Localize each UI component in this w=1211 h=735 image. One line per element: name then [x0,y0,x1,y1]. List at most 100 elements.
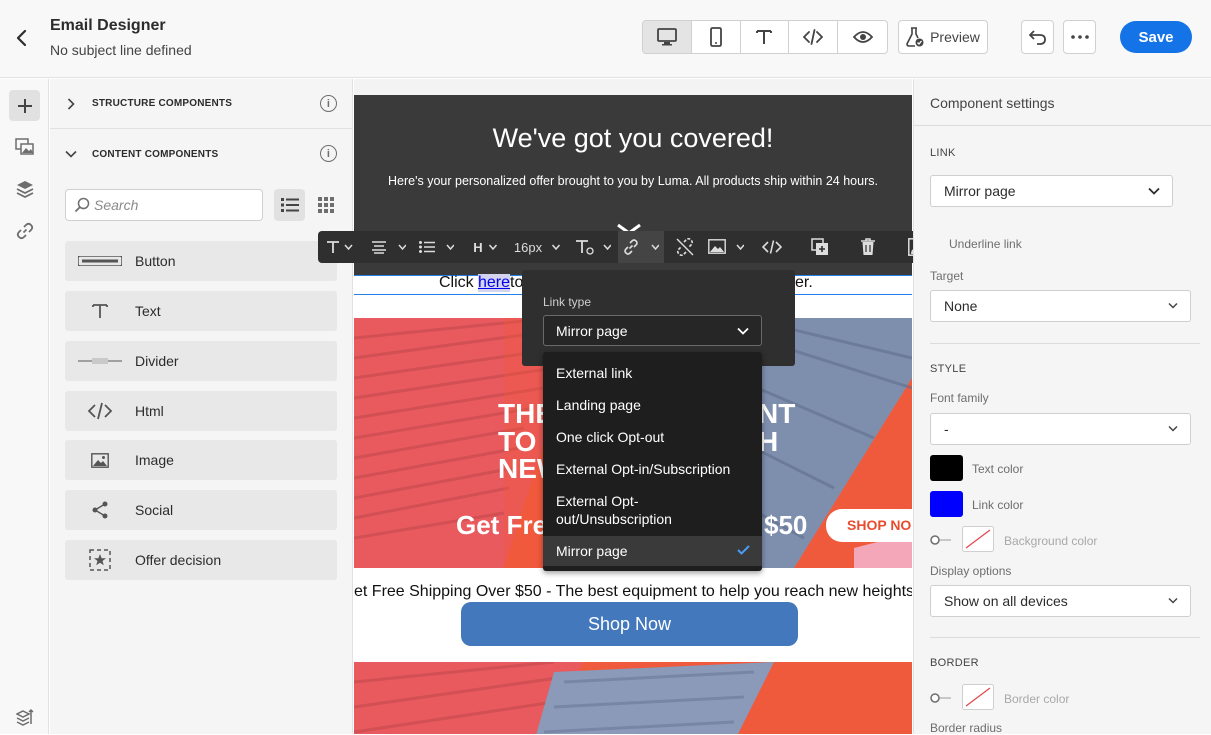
left-rail [0,79,49,734]
grid-icon [318,197,334,213]
code-button[interactable] [754,231,790,263]
component-label: Offer decision [135,552,222,568]
text-view-button[interactable] [741,21,790,53]
heading-label: H [473,239,483,255]
component-label: Button [135,253,176,269]
info-icon[interactable]: i [320,95,337,112]
target-select[interactable]: None [930,290,1191,322]
undo-button[interactable] [1021,20,1054,54]
chevron-down-icon [488,244,497,250]
component-label: Divider [135,353,179,369]
font-size-dropdown[interactable]: 16px [510,231,564,263]
layer-settings-icon[interactable] [9,701,40,732]
list-view-button[interactable] [274,189,305,221]
search-input[interactable]: Search [65,189,263,221]
chevron-right-icon [50,97,92,110]
align-dropdown[interactable] [366,231,410,263]
text-format-icon [756,30,773,44]
eye-icon [852,31,873,43]
duplicate-button[interactable] [804,231,836,263]
mobile-view-button[interactable] [692,21,741,53]
component-label: Social [135,502,174,518]
yoga-mat-graphic [354,662,912,734]
border-color-swatch[interactable] [962,684,994,710]
font-size-value: 16px [513,239,543,255]
menu-item-external-opt-in[interactable]: External Opt-in/Subscription [543,456,762,482]
view-toggle-group [642,20,888,54]
display-options-select[interactable]: Show on all devices [930,585,1191,617]
add-icon[interactable] [9,90,40,121]
font-family-label: Font family [930,391,989,405]
here-link[interactable]: here [478,274,511,292]
component-html[interactable]: Html [65,391,337,431]
component-label: Text [135,303,161,319]
back-icon[interactable] [10,26,34,50]
desktop-view-button[interactable] [643,21,692,53]
font-family-select[interactable]: - [930,413,1191,445]
chevron-down-icon [1148,187,1160,195]
checkmark-icon [737,545,750,555]
component-offer-decision[interactable]: Offer decision [65,540,337,580]
content-components-header[interactable]: CONTENT COMPONENTS i [50,129,353,179]
image-dropdown[interactable] [704,231,748,263]
list-dropdown[interactable] [414,231,458,263]
mobile-icon [709,27,722,47]
menu-item-external-opt-out[interactable]: External Opt-out/Unsubscription [543,488,762,532]
link-dropdown[interactable] [618,231,664,263]
background-color-toggle[interactable] [929,534,953,546]
component-social[interactable]: Social [65,490,337,530]
code-icon [762,240,782,254]
preview-button[interactable]: Preview [898,20,988,54]
structure-components-header[interactable]: STRUCTURE COMPONENTS i [50,79,353,129]
chevron-down-icon [552,244,561,250]
duplicate-icon [811,238,828,255]
info-icon[interactable]: i [320,145,337,162]
hero-subtitle: Here's your personalized offer brought t… [388,174,878,188]
preview-view-button[interactable] [838,21,887,53]
unlink-button[interactable] [670,231,700,263]
component-image[interactable]: Image [65,440,337,480]
display-options-value: Show on all devices [944,593,1068,609]
delete-button[interactable] [852,231,884,263]
link-section-heading: LINK [930,147,956,159]
link-color-swatch[interactable] [930,491,963,517]
link-color-label: Link color [972,498,1024,512]
assets-icon[interactable] [9,131,40,162]
background-color-swatch[interactable] [962,526,994,552]
shop-now-button[interactable]: Shop Now [461,602,798,646]
grid-view-button[interactable] [312,189,340,221]
unlink-icon [676,238,694,256]
structure-components-label: STRUCTURE COMPONENTS [92,98,233,109]
link-icon[interactable] [9,215,40,246]
offer-decision-icon [65,549,135,571]
shipping-text[interactable]: et Free Shipping Over $50 - The best equ… [354,583,912,601]
component-button[interactable]: Button [65,241,337,281]
code-view-button[interactable] [789,21,839,53]
more-options-button[interactable] [1063,20,1096,54]
clear-format-dropdown[interactable] [570,231,616,263]
page-title: Email Designer [50,17,166,34]
second-banner-image[interactable] [354,662,912,734]
component-divider[interactable]: Divider [65,341,337,381]
display-options-label: Display options [930,564,1012,578]
heading-dropdown[interactable]: H [466,231,504,263]
menu-item-one-click-opt-out[interactable]: One click Opt-out [543,424,762,450]
menu-item-mirror-page[interactable]: Mirror page [543,536,762,566]
save-button[interactable]: Save [1120,21,1192,53]
link-icon [624,239,659,255]
subject-line: No subject line defined [50,42,192,58]
undo-icon [1028,30,1046,45]
link-type-dropdown-menu: External link Landing page One click Opt… [543,352,762,571]
share-icon [65,501,135,519]
link-type-select[interactable]: Mirror page [543,315,762,346]
text-color-swatch[interactable] [930,455,963,481]
text-style-dropdown[interactable] [318,231,362,263]
layers-icon[interactable] [9,173,40,204]
image-icon [708,239,744,254]
border-color-toggle[interactable] [929,692,953,704]
component-text[interactable]: Text [65,291,337,331]
link-type-field[interactable]: Mirror page [930,175,1173,207]
menu-item-external-link[interactable]: External link [543,360,762,386]
search-icon [74,197,90,213]
menu-item-landing-page[interactable]: Landing page [543,392,762,418]
